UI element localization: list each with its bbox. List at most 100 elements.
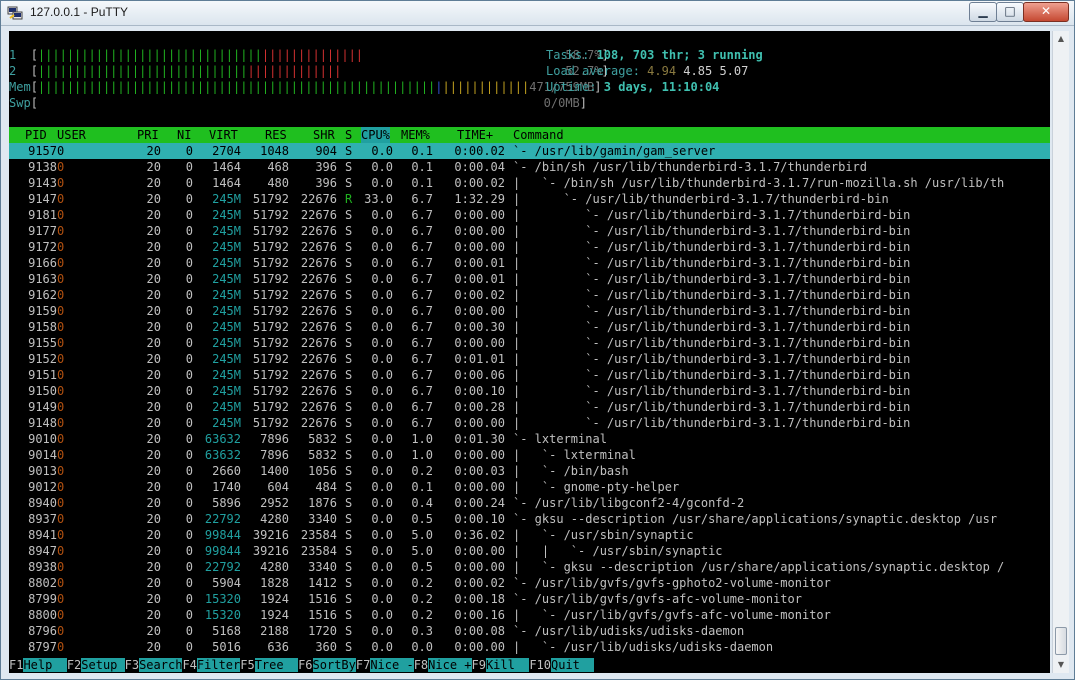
putty-icon[interactable] <box>7 5 23 21</box>
fkey-label[interactable]: Setup <box>81 658 125 672</box>
col-time[interactable]: TIME+ <box>457 127 493 143</box>
table-row[interactable]: 9181 0 20 0 245M 51792 22676 S 0.0 6.7 0:00.00 | `-… <box>9 207 1050 223</box>
fkey-label[interactable]: Nice + <box>428 658 472 672</box>
col-shr[interactable]: SHR <box>313 127 335 143</box>
cell-pri: 20 <box>146 592 161 606</box>
table-row[interactable]: 9147 0 20 0 245M 51792 22676 R 33.0 6.7 1:32.29 | `… <box>9 191 1050 207</box>
load-5: 4.85 <box>683 64 713 78</box>
fkey-f10[interactable]: F10 <box>529 658 551 672</box>
table-row[interactable]: 9152 0 20 0 245M 51792 22676 S 0.0 6.7 0:01.01 | `-… <box>9 351 1050 367</box>
table-row[interactable]: 9163 0 20 0 245M 51792 22676 S 0.0 6.7 0:00.01 | `-… <box>9 271 1050 287</box>
close-button[interactable]: ✕ <box>1023 2 1069 22</box>
cell-virt: 63632 <box>204 432 241 446</box>
cell-shr: 1720 <box>308 624 337 638</box>
table-row[interactable]: 8799 0 20 0 15320 1924 1516 S 0.0 0.2 0:00.18 `- /u… <box>9 591 1050 607</box>
table-row[interactable]: 9177 0 20 0 245M 51792 22676 S 0.0 6.7 0:00.00 | `-… <box>9 223 1050 239</box>
cell-cpu: 0.0 <box>371 464 393 478</box>
fkey-f2[interactable]: F2 <box>66 658 82 672</box>
table-row[interactable]: 9149 0 20 0 245M 51792 22676 S 0.0 6.7 0:00.28 | `-… <box>9 399 1050 415</box>
col-pid[interactable]: PID <box>25 127 47 143</box>
cell-mem: 6.7 <box>411 416 433 430</box>
fkey-f4[interactable]: F4 <box>182 658 197 672</box>
fkey-label[interactable]: Quit <box>551 658 595 672</box>
table-row[interactable]: 8937 0 20 0 22792 4280 3340 S 0.0 0.5 0:00.10 `- gk… <box>9 511 1050 527</box>
fkey-label[interactable]: Nice - <box>370 658 414 672</box>
fkey-label[interactable]: Tree <box>254 658 299 672</box>
scroll-down-icon[interactable]: ▼ <box>1053 657 1069 673</box>
table-row[interactable]: 9013 0 20 0 2660 1400 1056 S 0.0 0.2 0:00.03 | `- /… <box>9 463 1050 479</box>
table-row[interactable]: 9157 0 20 0 2704 1048 904 S 0.0 0.1 0:00.02 `- /usr… <box>9 143 1050 159</box>
fkey-f9[interactable]: F9 <box>471 658 486 672</box>
table-row[interactable]: 9158 0 20 0 245M 51792 22676 S 0.0 6.7 0:00.30 | `-… <box>9 319 1050 335</box>
cell-s: S <box>345 544 353 558</box>
table-row[interactable]: 9159 0 20 0 245M 51792 22676 S 0.0 6.7 0:00.00 | `-… <box>9 303 1050 319</box>
table-row[interactable]: 9155 0 20 0 245M 51792 22676 S 0.0 6.7 0:00.00 | `-… <box>9 335 1050 351</box>
col-state[interactable]: S <box>345 127 352 143</box>
fkey-f5[interactable]: F5 <box>240 658 255 672</box>
table-row[interactable]: 9150 0 20 0 245M 51792 22676 S 0.0 6.7 0:00.10 | `-… <box>9 383 1050 399</box>
table-row[interactable]: 9010 0 20 0 63632 7896 5832 S 0.0 1.0 0:01.30 `- lx… <box>9 431 1050 447</box>
fkey-f1[interactable]: F1 <box>9 658 24 672</box>
table-row[interactable]: 9012 0 20 0 1740 604 484 S 0.0 0.1 0:00.00 | `- gno… <box>9 479 1050 495</box>
vertical-scrollbar[interactable]: ▲ ▼ <box>1052 31 1069 673</box>
col-ni[interactable]: NI <box>177 127 191 143</box>
table-row[interactable]: 9162 0 20 0 245M 51792 22676 S 0.0 6.7 0:00.02 | `-… <box>9 287 1050 303</box>
table-row[interactable]: 9148 0 20 0 245M 51792 22676 S 0.0 6.7 0:00.00 | `-… <box>9 415 1050 431</box>
table-row[interactable]: 9166 0 20 0 245M 51792 22676 S 0.0 6.7 0:00.01 | `-… <box>9 255 1050 271</box>
fkey-label[interactable]: Kill <box>485 658 530 672</box>
cell-s: S <box>345 448 353 462</box>
fkey-f3[interactable]: F3 <box>124 658 140 672</box>
table-row[interactable]: 9143 0 20 0 1464 480 396 S 0.0 0.1 0:00.02 | `- /bi… <box>9 175 1050 191</box>
table-row[interactable]: 8941 0 20 0 99844 39216 23584 S 0.0 5.0 0:36.02 | `… <box>9 527 1050 543</box>
swp-value: 0/0MB <box>543 96 580 110</box>
table-row[interactable]: 8940 0 20 0 5896 2952 1876 S 0.0 0.4 0:00.24 `- /us… <box>9 495 1050 511</box>
cell-time: 0:00.02 <box>454 176 505 190</box>
cell-command: | `- /usr/lib/thunderbird-3.1.7/thunderb… <box>513 400 911 414</box>
putty-window: 127.0.0.1 - PuTTY ▁ □ ✕ 1 [|||||||||||||… <box>0 0 1075 680</box>
col-cpu[interactable]: CPU% <box>361 127 390 143</box>
cell-pri: 20 <box>146 512 161 526</box>
col-pri[interactable]: PRI <box>137 127 159 143</box>
col-mem[interactable]: MEM% <box>401 127 430 143</box>
table-row[interactable]: 9138 0 20 0 1464 468 396 S 0.0 0.1 0:00.04 `- /bin/… <box>9 159 1050 175</box>
table-row[interactable]: 9151 0 20 0 245M 51792 22676 S 0.0 6.7 0:00.06 | `-… <box>9 367 1050 383</box>
col-virt[interactable]: VIRT <box>209 127 238 143</box>
fkey-f6[interactable]: F6 <box>298 658 313 672</box>
cell-user: 0 <box>57 240 65 254</box>
fkey-label[interactable]: Search <box>139 658 183 672</box>
cell-user: 0 <box>57 512 65 526</box>
maximize-button[interactable]: □ <box>996 2 1024 22</box>
cell-cpu: 0.0 <box>371 544 393 558</box>
fkey-f7[interactable]: F7 <box>355 658 371 672</box>
table-row[interactable]: 8797 0 20 0 5016 636 360 S 0.0 0.0 0:00.00 | `- /us… <box>9 639 1050 655</box>
cell-res: 51792 <box>252 352 289 366</box>
cell-user: 0 <box>57 160 65 174</box>
cell-user: 0 <box>57 560 65 574</box>
table-row[interactable]: 9172 0 20 0 245M 51792 22676 S 0.0 6.7 0:00.00 | `-… <box>9 239 1050 255</box>
table-row[interactable]: 8800 0 20 0 15320 1924 1516 S 0.0 0.2 0:00.16 | `- … <box>9 607 1050 623</box>
cell-cpu: 0.0 <box>371 416 393 430</box>
table-row[interactable]: 8802 0 20 0 5904 1828 1412 S 0.0 0.2 0:00.02 `- /us… <box>9 575 1050 591</box>
terminal-area[interactable]: 1 [|||||||||||||||||||||||||||||||||||||… <box>9 31 1050 673</box>
fkey-f8[interactable]: F8 <box>413 658 429 672</box>
fkey-label[interactable]: Filter <box>196 658 241 672</box>
minimize-button[interactable]: ▁ <box>969 2 997 22</box>
cell-cpu: 0.0 <box>371 400 393 414</box>
cell-virt: 5904 <box>212 576 241 590</box>
scroll-thumb[interactable] <box>1055 627 1067 655</box>
col-res[interactable]: RES <box>265 127 287 143</box>
title-bar[interactable]: 127.0.0.1 - PuTTY ▁ □ ✕ <box>1 1 1074 26</box>
table-row[interactable]: 8938 0 20 0 22792 4280 3340 S 0.0 0.5 0:00.00 | `- … <box>9 559 1050 575</box>
cell-cpu: 0.0 <box>371 496 393 510</box>
fkey-label[interactable]: Help <box>23 658 67 672</box>
fkey-label[interactable]: SortBy <box>312 658 356 672</box>
table-row[interactable]: 9014 0 20 0 63632 7896 5832 S 0.0 1.0 0:00.00 | `- … <box>9 447 1050 463</box>
cell-s: S <box>345 512 353 526</box>
col-user[interactable]: USER <box>57 127 86 143</box>
table-row[interactable]: 8796 0 20 0 5168 2188 1720 S 0.0 0.3 0:00.08 `- /us… <box>9 623 1050 639</box>
cell-mem: 0.0 <box>411 640 433 654</box>
table-row[interactable]: 8947 0 20 0 99844 39216 23584 S 0.0 5.0 0:00.00 | |… <box>9 543 1050 559</box>
cell-pid: 8941 <box>28 528 57 542</box>
scroll-up-icon[interactable]: ▲ <box>1053 31 1069 47</box>
col-command[interactable]: Command <box>513 127 564 143</box>
